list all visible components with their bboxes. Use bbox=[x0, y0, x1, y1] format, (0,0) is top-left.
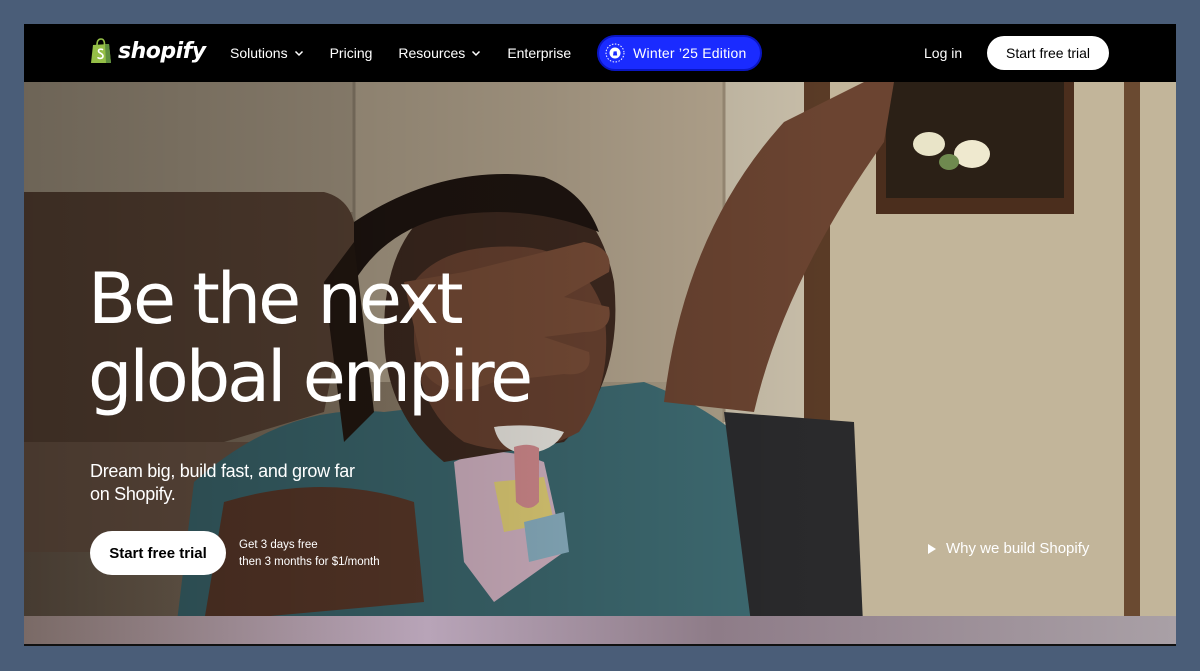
headline-line-2: global empire bbox=[88, 336, 533, 418]
nav-item-solutions[interactable]: Solutions bbox=[230, 45, 304, 61]
offer-line-1: Get 3 days free bbox=[239, 539, 318, 551]
trial-offer-text: Get 3 days free then 3 months for $1/mon… bbox=[239, 537, 380, 571]
logo-wordmark: shopify bbox=[118, 38, 206, 64]
start-free-trial-hero-button[interactable]: Start free trial bbox=[90, 531, 226, 575]
edition-label: Winter ’25 Edition bbox=[633, 45, 747, 61]
browser-viewport: shopify Solutions Pricing Resources Ente… bbox=[24, 24, 1176, 646]
edition-pill-button[interactable]: Winter ’25 Edition bbox=[597, 35, 763, 71]
nav-links: Solutions Pricing Resources Enterprise W… bbox=[230, 24, 763, 82]
why-we-build-link[interactable]: Why we build Shopify bbox=[928, 540, 1089, 557]
play-icon bbox=[928, 543, 936, 554]
chevron-down-icon bbox=[294, 50, 303, 57]
section-divider bbox=[24, 644, 1176, 646]
nav-item-label: Solutions bbox=[230, 45, 288, 61]
chevron-down-icon bbox=[472, 50, 481, 57]
edition-badge-icon bbox=[605, 43, 625, 63]
nav-item-label: Pricing bbox=[329, 45, 373, 61]
nav-item-label: Resources bbox=[398, 45, 466, 61]
next-section-preview bbox=[24, 616, 1176, 646]
top-navigation: shopify Solutions Pricing Resources Ente… bbox=[24, 24, 1176, 82]
shopify-logo[interactable]: shopify bbox=[90, 38, 206, 64]
nav-item-pricing[interactable]: Pricing bbox=[330, 45, 373, 61]
headline-line-1: Be the next bbox=[88, 258, 464, 340]
nav-item-enterprise[interactable]: Enterprise bbox=[507, 45, 571, 61]
nav-item-label: Enterprise bbox=[507, 45, 572, 61]
start-free-trial-nav-button[interactable]: Start free trial bbox=[987, 36, 1109, 70]
shopify-bag-icon bbox=[91, 38, 111, 63]
offer-line-2: then 3 months for $1/month bbox=[239, 556, 380, 568]
hero-headline: Be the next global empire bbox=[88, 260, 608, 416]
hero-section: Be the next global empire Dream big, bui… bbox=[24, 82, 1176, 646]
nav-item-resources[interactable]: Resources bbox=[398, 45, 481, 61]
hero-subheadline: Dream big, build fast, and grow far on S… bbox=[90, 461, 355, 504]
login-link[interactable]: Log in bbox=[924, 45, 962, 61]
why-we-build-label: Why we build Shopify bbox=[946, 540, 1090, 557]
